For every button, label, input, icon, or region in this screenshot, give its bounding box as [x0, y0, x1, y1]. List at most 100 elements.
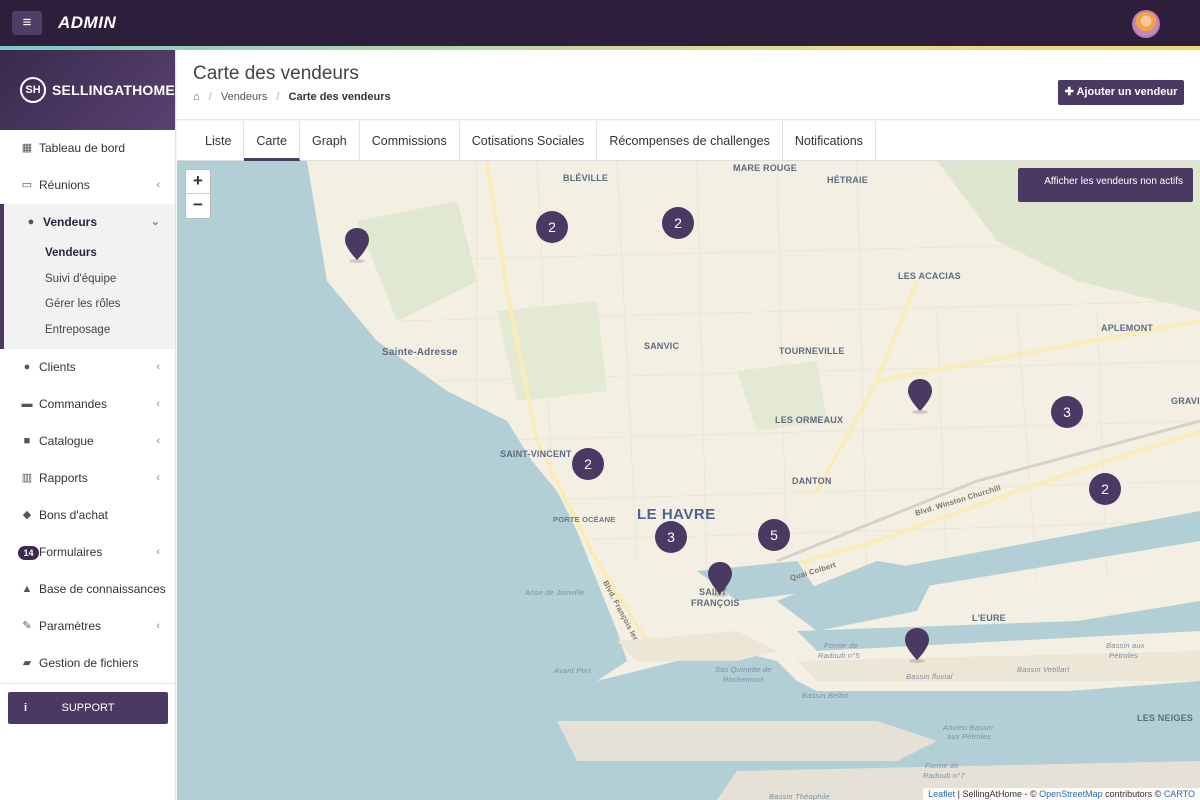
map-label-bassin-petroles-1: Bassin aux — [1106, 641, 1145, 650]
add-seller-button[interactable]: ✚ Ajouter un vendeur — [1058, 80, 1184, 105]
attribution-text: contributors © — [1102, 789, 1164, 799]
sidebar-item-label: Base de connaissances — [39, 582, 166, 596]
seller-pin-marker[interactable] — [907, 378, 933, 414]
sidebar-item-label: Catalogue — [39, 434, 94, 448]
map-label-les-neiges: LES NEIGES — [1137, 713, 1194, 723]
tab-graph[interactable]: Graph — [300, 121, 360, 161]
sidebar-item-formulaires[interactable]: 14 Formulaires ‹ — [0, 534, 175, 571]
sidebar-item-commandes[interactable]: ▬ Commandes ‹ — [0, 386, 175, 423]
folder-icon: ▰ — [22, 657, 32, 669]
map-label-bassin-theophile: Bassin Théophile — [769, 792, 830, 800]
sidebar-item-tableau-de-bord[interactable]: ▦ Tableau de bord — [0, 130, 175, 167]
chevron-left-icon: ‹ — [156, 179, 160, 191]
chevron-left-icon: ‹ — [156, 361, 160, 373]
brand-logo[interactable]: SH SELLINGATHOME — [0, 50, 175, 130]
tab-recompenses-challenges[interactable]: Récompenses de challenges — [597, 121, 783, 161]
seller-pin-marker[interactable] — [344, 227, 370, 263]
sidebar-divider — [0, 683, 176, 684]
home-icon[interactable]: ⌂ — [193, 91, 200, 103]
dashboard-icon: ▦ — [21, 142, 33, 154]
map-label-quinette-1: Sas Quinette de — [715, 665, 772, 674]
hamburger-menu-icon[interactable]: ≡ — [12, 11, 42, 35]
tags-icon: ◆ — [22, 509, 32, 521]
support-button[interactable]: i SUPPORT — [8, 692, 168, 724]
map-label-mare-rouge: MARE ROUGE — [733, 163, 798, 173]
map-label-radoub7-1: Forme de — [925, 761, 959, 770]
sidebar-item-label: Réunions — [39, 178, 90, 192]
breadcrumb-separator: / — [208, 91, 212, 103]
sidebar-item-label: Vendeurs — [43, 215, 98, 229]
sidebar-item-base-connaissances[interactable]: ▲ Base de connaissances ‹ — [0, 571, 175, 608]
map-label-ancien-bassin-1: Ancien Bassin — [943, 723, 994, 732]
map-label-radoub7-2: Radoub n°7 — [923, 771, 965, 780]
top-bar: ≡ ADMIN — [0, 0, 1200, 46]
submenu-item-entreposage[interactable]: Entreposage — [4, 318, 175, 344]
seller-cluster-marker[interactable]: 5 — [758, 519, 790, 551]
sidebar-item-parametres[interactable]: ✎ Paramètres ‹ — [0, 608, 175, 645]
chevron-left-icon: ‹ — [156, 398, 160, 410]
map-label-les-acacias: LES ACACIAS — [898, 271, 961, 281]
map-label-ancien-bassin-2: aux Pétroles — [947, 732, 992, 741]
seller-cluster-marker[interactable]: 2 — [572, 448, 604, 480]
wrench-icon: ✎ — [22, 620, 32, 632]
map-label-bleville: BLÉVILLE — [563, 173, 609, 183]
openstreetmap-link[interactable]: OpenStreetMap — [1039, 789, 1103, 799]
logo-mark: SH — [20, 77, 46, 103]
sidebar-item-gestion-fichiers[interactable]: ▰ Gestion de fichiers — [0, 645, 175, 682]
submenu-item-gerer-roles[interactable]: Gérer les rôles — [4, 292, 175, 318]
sidebar-item-label: Bons d'achat — [39, 508, 109, 522]
submenu-item-suivi-equipe[interactable]: Suivi d'équipe — [4, 267, 175, 293]
user-avatar[interactable] — [1132, 10, 1160, 38]
seller-cluster-marker[interactable]: 3 — [1051, 396, 1083, 428]
sidebar-item-label: Paramètres — [39, 619, 102, 633]
map-label-bassin-fluvial: Bassin fluvial — [906, 672, 953, 681]
map-label-danton: DANTON — [792, 476, 832, 486]
info-icon: i — [24, 702, 28, 714]
sidebar-item-vendeurs[interactable]: ● Vendeurs ⌄ — [0, 204, 175, 241]
seller-cluster-marker[interactable]: 2 — [1089, 473, 1121, 505]
map-label-le-havre: LE HAVRE — [637, 506, 716, 523]
map-label-porte-oceane: PORTE OCÉANE — [553, 515, 616, 524]
seller-pin-marker[interactable] — [904, 627, 930, 663]
tab-liste[interactable]: Liste — [177, 121, 245, 161]
sidebar-nav: ▦ Tableau de bord ▭ Réunions ‹ ● Vendeur… — [0, 130, 175, 241]
leaflet-link[interactable]: Leaflet — [928, 789, 955, 799]
sidebar-item-label: Formulaires — [39, 545, 103, 559]
sidebar: SH SELLINGATHOME ▦ Tableau de bord ▭ Réu… — [0, 50, 176, 800]
map-tiles — [177, 161, 1200, 800]
seller-cluster-marker[interactable]: 2 — [662, 207, 694, 239]
users-icon: ● — [27, 216, 35, 228]
map-label-saint-vincent: SAINT-VINCENT — [500, 449, 572, 459]
support-label: SUPPORT — [61, 702, 115, 714]
tab-commissions[interactable]: Commissions — [360, 121, 460, 161]
sidebar-item-reunions[interactable]: ▭ Réunions ‹ — [0, 167, 175, 204]
tab-cotisations-sociales[interactable]: Cotisations Sociales — [460, 121, 598, 161]
seller-cluster-marker[interactable]: 3 — [655, 521, 687, 553]
breadcrumb: ⌂ / Vendeurs / Carte des vendeurs — [193, 91, 397, 103]
seller-pin-marker[interactable] — [707, 561, 733, 597]
zoom-in-button[interactable]: + — [186, 170, 210, 194]
show-inactive-sellers-button[interactable]: Afficher les vendeurs non actifs — [1018, 168, 1193, 202]
submenu-item-vendeurs[interactable]: Vendeurs — [4, 241, 175, 267]
sidebar-item-catalogue[interactable]: ■ Catalogue ‹ — [0, 423, 175, 460]
sidebar-item-bons-achat[interactable]: ◆ Bons d'achat — [0, 497, 175, 534]
sidebar-item-rapports[interactable]: ▥ Rapports ‹ — [0, 460, 175, 497]
map-label-radoub5-1: Forme de — [824, 641, 858, 650]
bar-chart-icon: ▥ — [21, 472, 33, 484]
carto-link[interactable]: CARTO — [1164, 789, 1195, 799]
tab-notifications[interactable]: Notifications — [783, 121, 876, 161]
tab-carte[interactable]: Carte — [244, 121, 300, 161]
breadcrumb-item-vendeurs[interactable]: Vendeurs — [221, 91, 267, 103]
chevron-down-icon: ⌄ — [150, 216, 160, 228]
seller-cluster-marker[interactable]: 2 — [536, 211, 568, 243]
map-label-francois: FRANÇOIS — [691, 598, 740, 608]
page-title: Carte des vendeurs — [193, 63, 359, 84]
sidebar-item-clients[interactable]: ● Clients ‹ — [0, 349, 175, 386]
zoom-out-button[interactable]: − — [186, 194, 210, 218]
formulaires-count-badge: 14 — [18, 546, 39, 560]
map-label-aplemont: APLEMONT — [1101, 323, 1154, 333]
sidebar-item-label: Gestion de fichiers — [39, 656, 139, 670]
map-label-hetraie: HÉTRAIE — [827, 175, 868, 185]
sellers-map[interactable]: + − Afficher les vendeurs non actifs BLÉ… — [177, 161, 1200, 800]
chevron-left-icon: ‹ — [156, 546, 160, 558]
